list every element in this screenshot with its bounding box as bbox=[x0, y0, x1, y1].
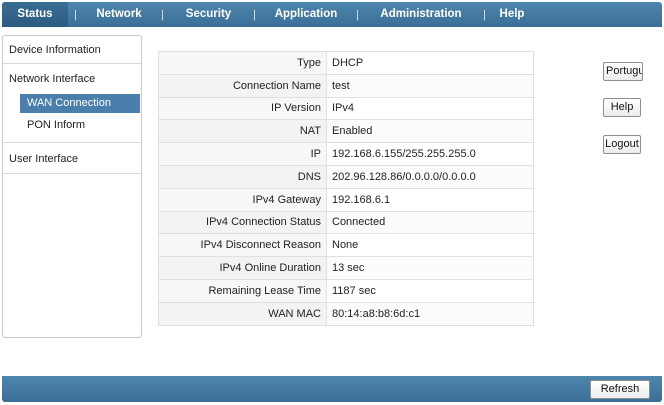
language-button[interactable]: Portugu bbox=[603, 62, 643, 81]
row-value: 1187 sec bbox=[326, 278, 534, 303]
table-row: WAN MAC 80:14:a8:b8:6d:c1 bbox=[158, 301, 534, 326]
row-label: Connection Name bbox=[158, 73, 327, 98]
bottom-bar bbox=[2, 376, 662, 402]
tab-security[interactable]: Security bbox=[170, 2, 247, 27]
sidebar-item-wan-connection[interactable]: WAN Connection bbox=[20, 94, 140, 113]
row-label: IPv4 Online Duration bbox=[158, 256, 327, 280]
row-label: WAN MAC bbox=[158, 301, 327, 326]
row-label: IP Version bbox=[158, 96, 327, 121]
sidebar-item-device-information[interactable]: Device Information bbox=[9, 44, 101, 56]
row-value: 80:14:a8:b8:6d:c1 bbox=[326, 301, 534, 326]
sidebar-item-user-interface[interactable]: User Interface bbox=[9, 153, 78, 165]
row-label: IPv4 Disconnect Reason bbox=[158, 233, 327, 258]
row-value: 202.96.128.86/0.0.0.0/0.0.0.0 bbox=[326, 164, 534, 189]
table-row: IPv4 Connection Status Connected bbox=[158, 210, 534, 235]
row-value: 13 sec bbox=[326, 256, 534, 280]
table-row: NAT Enabled bbox=[158, 119, 534, 144]
sidebar-divider bbox=[3, 142, 141, 143]
row-label: IPv4 Gateway bbox=[158, 187, 327, 212]
tab-help[interactable]: Help bbox=[492, 2, 532, 27]
table-row: Connection Name test bbox=[158, 73, 534, 98]
nav-separator: | bbox=[74, 8, 77, 21]
row-label: IPv4 Connection Status bbox=[158, 210, 327, 235]
row-value: 192.168.6.155/255.255.255.0 bbox=[326, 142, 534, 166]
sidebar-divider bbox=[3, 63, 141, 64]
nav-separator: | bbox=[356, 8, 359, 21]
tab-status[interactable]: Status bbox=[2, 2, 68, 27]
row-value: None bbox=[326, 233, 534, 258]
row-value: 192.168.6.1 bbox=[326, 187, 534, 212]
row-value: DHCP bbox=[326, 51, 534, 75]
row-label: Type bbox=[158, 51, 327, 75]
sidebar-item-network-interface[interactable]: Network Interface bbox=[9, 73, 95, 85]
logout-button[interactable]: Logout bbox=[603, 135, 641, 154]
nav-separator: | bbox=[483, 8, 486, 21]
row-value: test bbox=[326, 73, 534, 98]
nav-separator: | bbox=[161, 8, 164, 21]
table-row: DNS 202.96.128.86/0.0.0.0/0.0.0.0 bbox=[158, 164, 534, 189]
table-row: IPv4 Disconnect Reason None bbox=[158, 233, 534, 258]
sidebar-item-pon-inform[interactable]: PON Inform bbox=[20, 116, 140, 135]
row-label: Remaining Lease Time bbox=[158, 278, 327, 303]
sidebar-divider bbox=[3, 173, 141, 174]
nav-separator: | bbox=[253, 8, 256, 21]
table-row: IP Version IPv4 bbox=[158, 96, 534, 121]
row-value: Enabled bbox=[326, 119, 534, 144]
table-row: IP 192.168.6.155/255.255.255.0 bbox=[158, 142, 534, 166]
table-row: IPv4 Gateway 192.168.6.1 bbox=[158, 187, 534, 212]
tab-application[interactable]: Application bbox=[262, 2, 350, 27]
row-value: Connected bbox=[326, 210, 534, 235]
help-button[interactable]: Help bbox=[603, 98, 641, 117]
refresh-button[interactable]: Refresh bbox=[590, 380, 650, 399]
row-label: IP bbox=[158, 142, 327, 166]
table-row: Remaining Lease Time 1187 sec bbox=[158, 278, 534, 303]
tab-administration[interactable]: Administration bbox=[365, 2, 477, 27]
sidebar: Device Information Network Interface WAN… bbox=[2, 35, 142, 338]
row-label: NAT bbox=[158, 119, 327, 144]
table-row: Type DHCP bbox=[158, 51, 534, 75]
table-row: IPv4 Online Duration 13 sec bbox=[158, 256, 534, 280]
row-value: IPv4 bbox=[326, 96, 534, 121]
top-nav-bar: Status | Network | Security | Applicatio… bbox=[2, 2, 662, 27]
wan-info-table: Type DHCP Connection Name test IP Version I… bbox=[158, 51, 534, 326]
tab-network[interactable]: Network bbox=[83, 2, 155, 27]
row-label: DNS bbox=[158, 164, 327, 189]
